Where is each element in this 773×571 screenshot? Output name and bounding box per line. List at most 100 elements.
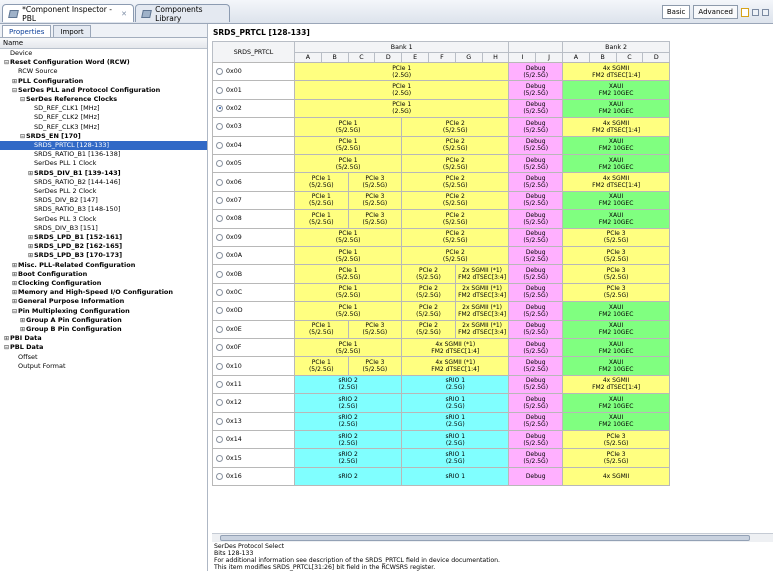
document-icon[interactable] xyxy=(741,7,749,17)
collapse-icon[interactable]: ⊟ xyxy=(19,132,26,141)
tab-import[interactable]: Import xyxy=(53,25,91,37)
name-column-header[interactable]: Name xyxy=(0,38,207,49)
lane-protocol-cell[interactable]: sRIO 1 (2.5G) xyxy=(401,374,510,395)
lane-protocol-cell[interactable]: PCIe 1 (5/2.5G) xyxy=(294,135,403,155)
lane-protocol-cell[interactable]: PCIe 2 (5/2.5G) xyxy=(401,301,456,321)
debug-cell[interactable]: Debug (5/2.5G) xyxy=(508,246,563,266)
lane-protocol-cell[interactable]: PCIe 3 (5/2.5G) xyxy=(562,227,671,247)
expand-icon[interactable]: ⊞ xyxy=(27,251,34,260)
radio-button[interactable] xyxy=(216,233,223,241)
radio-button[interactable] xyxy=(216,454,223,462)
radio-button[interactable] xyxy=(216,68,223,76)
collapse-icon[interactable]: ⊟ xyxy=(11,307,18,316)
lane-protocol-cell[interactable]: PCIe 3 (5/2.5G) xyxy=(562,430,671,450)
radio-button[interactable] xyxy=(216,380,223,388)
protocol-option-row[interactable]: 0x0F xyxy=(212,338,295,358)
lane-protocol-cell[interactable]: 2x SGMII (*1) FM2 dTSEC[3:4] xyxy=(454,301,510,321)
radio-button[interactable] xyxy=(216,104,223,112)
tree-item[interactable]: ⊞SRDS_LPD_B2 [162-165] xyxy=(0,242,207,251)
protocol-option-row[interactable]: 0x07 xyxy=(212,190,295,211)
expand-icon[interactable]: ⊞ xyxy=(11,261,18,270)
tree-item[interactable]: SRDS_RATIO_B1 [136-138] xyxy=(0,150,207,159)
expand-icon[interactable]: ⊞ xyxy=(19,325,26,334)
lane-protocol-cell[interactable]: PCIe 2 (5/2.5G) xyxy=(401,154,510,174)
lane-protocol-cell[interactable]: PCIe 1 (5/2.5G) xyxy=(294,117,403,137)
tree-item[interactable]: ⊞Boot Configuration xyxy=(0,270,207,279)
protocol-option-row[interactable]: 0x00 xyxy=(212,62,295,82)
radio-button[interactable] xyxy=(216,178,223,186)
tree-item[interactable]: ⊞Memory and High-Speed I/O Configuration xyxy=(0,288,207,297)
lane-protocol-cell[interactable]: PCIe 1 (2.5G) xyxy=(294,98,510,119)
protocol-option-row[interactable]: 0x01 xyxy=(212,80,295,100)
tree-item[interactable]: Offset xyxy=(0,353,207,362)
lane-protocol-cell[interactable]: 4x SGMII FM2 dTSEC[1:4] xyxy=(562,374,671,395)
tab-properties[interactable]: Properties xyxy=(2,25,52,37)
tree-item[interactable]: SD_REF_CLK1 [MHz] xyxy=(0,104,207,113)
tree-item[interactable]: ⊟SerDes PLL and Protocol Configuration xyxy=(0,86,207,95)
radio-button[interactable] xyxy=(216,472,223,480)
expand-icon[interactable]: ⊞ xyxy=(27,233,34,242)
lane-protocol-cell[interactable]: sRIO 2 (2.5G) xyxy=(294,393,403,413)
radio-button[interactable] xyxy=(216,215,223,223)
tree-item[interactable]: ⊞Group A Pin Configuration xyxy=(0,316,207,325)
tree-item[interactable]: ⊞SRDS_LPD_B3 [170-173] xyxy=(0,251,207,260)
protocol-option-row[interactable]: 0x15 xyxy=(212,448,295,468)
protocol-option-row[interactable]: 0x0E xyxy=(212,319,295,339)
lane-protocol-cell[interactable]: PCIe 3 (5/2.5G) xyxy=(562,448,671,468)
lane-protocol-cell[interactable]: PCIe 2 (5/2.5G) xyxy=(401,135,510,155)
radio-button[interactable] xyxy=(216,399,223,407)
radio-button[interactable] xyxy=(216,344,223,352)
radio-button[interactable] xyxy=(216,436,223,444)
debug-cell[interactable]: Debug (5/2.5G) xyxy=(508,135,563,155)
collapse-icon[interactable]: ⊟ xyxy=(3,343,10,352)
radio-button[interactable] xyxy=(216,270,223,278)
debug-cell[interactable]: Debug (5/2.5G) xyxy=(508,62,563,82)
tree-item[interactable]: SRDS_RATIO_B2 [144-146] xyxy=(0,178,207,187)
protocol-option-row[interactable]: 0x0D xyxy=(212,301,295,321)
tree-item[interactable]: ⊞SRDS_DIV_B1 [139-143] xyxy=(0,169,207,178)
debug-cell[interactable]: Debug (5/2.5G) xyxy=(508,190,563,211)
debug-cell[interactable]: Debug (5/2.5G) xyxy=(508,411,563,431)
expand-icon[interactable]: ⊞ xyxy=(27,242,34,251)
lane-protocol-cell[interactable]: PCIe 2 (5/2.5G) xyxy=(401,246,510,266)
tree-item[interactable]: Device xyxy=(0,49,207,58)
debug-cell[interactable]: Debug (5/2.5G) xyxy=(508,172,563,192)
tab-components-library[interactable]: Components Library xyxy=(135,4,230,23)
expand-icon[interactable]: ⊞ xyxy=(11,288,18,297)
debug-cell[interactable]: Debug (5/2.5G) xyxy=(508,430,563,450)
debug-cell[interactable]: Debug (5/2.5G) xyxy=(508,80,563,100)
protocol-option-row[interactable]: 0x11 xyxy=(212,374,295,395)
advanced-mode-button[interactable]: Advanced xyxy=(693,5,738,19)
tree-item[interactable]: ⊟Reset Configuration Word (RCW) xyxy=(0,58,207,67)
lane-protocol-cell[interactable]: PCIe 3 (5/2.5G) xyxy=(347,356,403,376)
lane-protocol-cell[interactable]: PCIe 1 (5/2.5G) xyxy=(294,154,403,174)
protocol-option-row[interactable]: 0x0C xyxy=(212,282,295,303)
lane-protocol-cell[interactable]: sRIO 1 (2.5G) xyxy=(401,448,510,468)
lane-protocol-cell[interactable]: PCIe 2 (5/2.5G) xyxy=(401,227,510,247)
lane-protocol-cell[interactable]: PCIe 3 (5/2.5G) xyxy=(347,209,403,229)
lane-protocol-cell[interactable]: PCIe 3 (5/2.5G) xyxy=(347,319,403,339)
lane-protocol-cell[interactable]: 2x SGMII (*1) FM2 dTSEC[3:4] xyxy=(454,282,510,303)
lane-protocol-cell[interactable]: XAUI FM2 10GEC xyxy=(562,135,671,155)
expand-icon[interactable]: ⊞ xyxy=(11,297,18,306)
lane-protocol-cell[interactable]: PCIe 2 (5/2.5G) xyxy=(401,264,456,284)
lane-protocol-cell[interactable]: XAUI FM2 10GEC xyxy=(562,98,671,119)
expand-icon[interactable]: ⊞ xyxy=(19,316,26,325)
lane-protocol-cell[interactable]: PCIe 3 (5/2.5G) xyxy=(347,190,403,211)
lane-protocol-cell[interactable]: PCIe 3 (5/2.5G) xyxy=(562,282,671,303)
debug-cell[interactable]: Debug (5/2.5G) xyxy=(508,98,563,119)
lane-protocol-cell[interactable]: 4x SGMII FM2 dTSEC[1:4] xyxy=(562,117,671,137)
protocol-option-row[interactable]: 0x13 xyxy=(212,411,295,431)
tree-item[interactable]: ⊞General Purpose Information xyxy=(0,297,207,306)
lane-protocol-cell[interactable]: XAUI FM2 10GEC xyxy=(562,301,671,321)
debug-cell[interactable]: Debug (5/2.5G) xyxy=(508,301,563,321)
lane-protocol-cell[interactable]: sRIO 2 (2.5G) xyxy=(294,430,403,450)
lane-protocol-cell[interactable]: XAUI FM2 10GEC xyxy=(562,319,671,339)
radio-button[interactable] xyxy=(216,362,223,370)
radio-button[interactable] xyxy=(216,141,223,149)
tree-item[interactable]: ⊞PLL Configuration xyxy=(0,77,207,86)
expand-icon[interactable]: ⊞ xyxy=(11,279,18,288)
lane-protocol-cell[interactable]: PCIe 1 (2.5G) xyxy=(294,62,510,82)
lane-protocol-cell[interactable]: PCIe 2 (5/2.5G) xyxy=(401,319,456,339)
radio-button[interactable] xyxy=(216,123,223,131)
